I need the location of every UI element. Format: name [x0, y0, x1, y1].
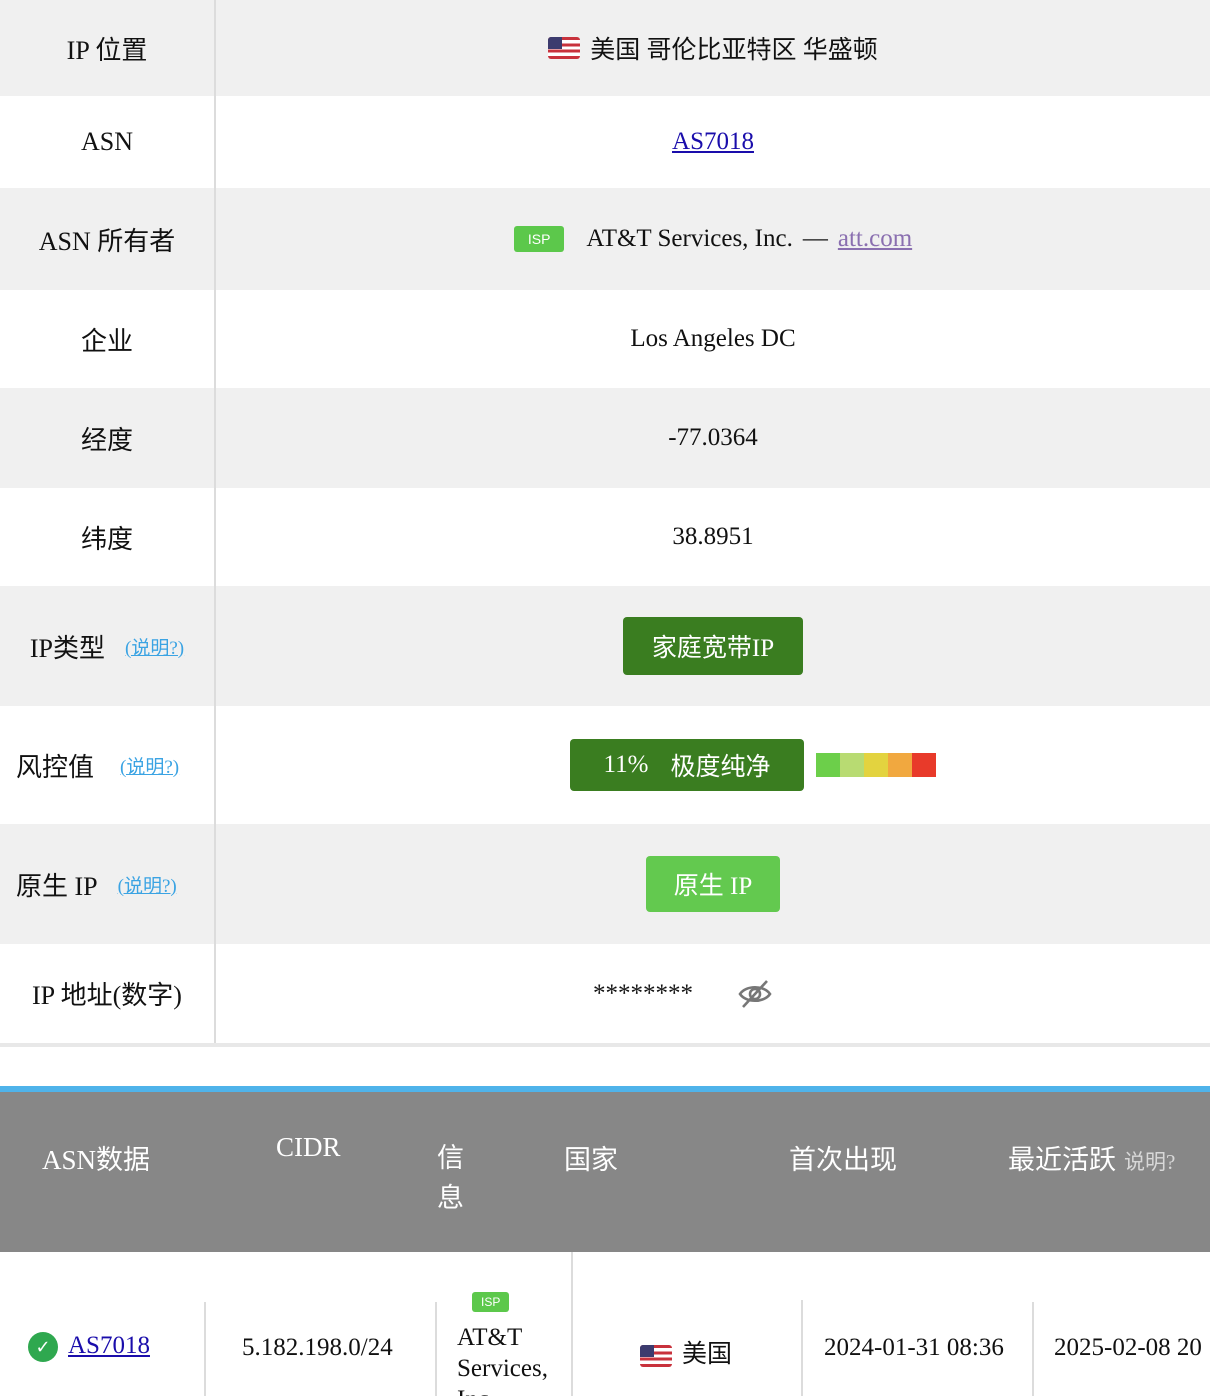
column-divider [801, 1300, 803, 1396]
country-cell: 美国 [640, 1334, 732, 1370]
info-cell: AT&T Services, Inc. [457, 1324, 548, 1396]
header-last-active: 最近活跃 说明? [1008, 1145, 1176, 1175]
risk-level: 极度纯净 [670, 754, 771, 781]
asn-row: ASN AS7018 [0, 96, 1210, 188]
risk-help-link[interactable]: (说明?) [120, 752, 179, 779]
risk-scale-segment [816, 753, 840, 777]
ip-numeric-label: IP 地址(数字) [0, 944, 216, 1043]
ip-location-label: IP 位置 [0, 0, 216, 96]
native-ip-value: 原生 IP [216, 824, 1210, 944]
company-value: Los Angeles DC [630, 325, 796, 352]
longitude-label: 经度 [0, 388, 216, 488]
us-flag-icon [640, 1345, 672, 1368]
owner-domain-link[interactable]: att.com [838, 225, 912, 253]
company-row: 企业 Los Angeles DC [0, 290, 1210, 388]
row-asn-link[interactable]: AS7018 [68, 1332, 150, 1359]
native-ip-label: 原生 IP (说明?) [0, 824, 216, 944]
latitude-value: 38.8951 [672, 523, 754, 550]
asn-owner-row: ASN 所有者 ISP AT&T Services, Inc. — att.co… [0, 188, 1210, 290]
asn-label: ASN [0, 96, 216, 188]
company-label: 企业 [0, 290, 216, 388]
native-ip-row: 原生 IP (说明?) 原生 IP [0, 824, 1210, 944]
isp-badge: ISP [513, 226, 565, 252]
column-divider [435, 1302, 437, 1396]
header-help-link[interactable]: 说明? [1124, 1150, 1175, 1174]
ip-type-badge: 家庭宽带IP [623, 617, 803, 675]
eye-hidden-icon[interactable] [737, 978, 773, 1010]
asn-owner-value: ISP AT&T Services, Inc. — att.com [216, 188, 1210, 290]
column-divider [571, 1252, 573, 1396]
ip-location-value: 美国 哥伦比亚特区 华盛顿 [216, 0, 1210, 96]
section-divider [0, 1043, 1210, 1047]
risk-scale-segment [840, 753, 864, 777]
ip-type-value: 家庭宽带IP [216, 586, 1210, 706]
risk-scale-bar [816, 753, 936, 777]
risk-percent: 11% [603, 751, 649, 778]
asn-cell: ✓ AS7018 [28, 1332, 150, 1363]
risk-scale-segment [888, 753, 912, 777]
last-active-cell: 2025-02-08 20 [1054, 1334, 1202, 1361]
native-ip-help-link[interactable]: (说明?) [118, 871, 177, 898]
risk-label: 风控值 (说明?) [0, 706, 216, 824]
header-info: 信息 [437, 1143, 464, 1213]
asn-table-row: ✓ AS7018 5.182.198.0/24 ISP AT&T Services… [0, 1252, 1210, 1396]
risk-value: 11% 极度纯净 [216, 706, 1210, 824]
asn-table-header: ASN数据 CIDR 信息 国家 首次出现 最近活跃 说明? [0, 1092, 1210, 1252]
native-ip-badge: 原生 IP [646, 856, 780, 912]
asn-owner-name: AT&T Services, Inc. [586, 225, 793, 252]
risk-scale-segment [912, 753, 936, 777]
ip-location-text: 美国 哥伦比亚特区 华盛顿 [590, 37, 878, 64]
ip-location-row: IP 位置 美国 哥伦比亚特区 华盛顿 [0, 0, 1210, 96]
column-divider [1032, 1302, 1034, 1396]
latitude-label: 纬度 [0, 488, 216, 586]
column-divider [204, 1302, 206, 1396]
ip-numeric-value: ******** [216, 944, 1210, 1043]
ip-numeric-row: IP 地址(数字) ******** [0, 944, 1210, 1043]
latitude-row: 纬度 38.8951 [0, 488, 1210, 586]
header-cidr: CIDR [276, 1132, 341, 1162]
owner-separator: — [802, 225, 828, 252]
ip-type-row: IP类型 (说明?) 家庭宽带IP [0, 586, 1210, 706]
ip-type-label: IP类型 (说明?) [0, 586, 216, 706]
us-flag-icon [548, 37, 581, 59]
ip-numeric-masked: ******** [593, 979, 693, 1007]
asn-owner-label: ASN 所有者 [0, 188, 216, 290]
asn-value: AS7018 [216, 96, 1210, 188]
longitude-row: 经度 -77.0364 [0, 388, 1210, 488]
longitude-value: -77.0364 [668, 424, 758, 451]
header-first-seen: 首次出现 [789, 1145, 897, 1175]
risk-badge: 11% 极度纯净 [570, 739, 804, 791]
header-asn: ASN数据 [42, 1145, 151, 1175]
row-isp-badge: ISP [472, 1292, 510, 1312]
asn-link[interactable]: AS7018 [672, 128, 754, 156]
risk-row: 风控值 (说明?) 11% 极度纯净 [0, 706, 1210, 824]
header-country: 国家 [564, 1145, 618, 1175]
first-seen-cell: 2024-01-31 08:36 [824, 1334, 1004, 1361]
risk-scale-segment [864, 753, 888, 777]
cidr-cell: 5.182.198.0/24 [242, 1334, 393, 1361]
check-circle-icon: ✓ [28, 1332, 58, 1363]
ip-type-help-link[interactable]: (说明?) [125, 633, 184, 660]
